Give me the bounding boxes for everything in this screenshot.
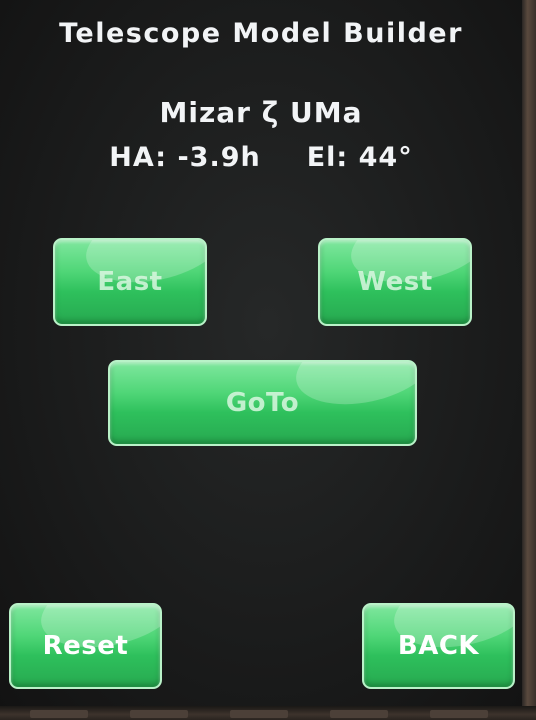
target-coordinates: HA: -3.9h El: 44° — [0, 142, 522, 173]
east-button-label: East — [97, 267, 163, 297]
back-button-label: BACK — [397, 631, 480, 661]
ha-value: -3.9h — [177, 142, 261, 173]
el-label: El: — [306, 142, 349, 173]
page-title: Telescope Model Builder — [59, 18, 463, 49]
target-star-name: Mizar ζ UMa — [159, 96, 363, 129]
east-button[interactable]: East — [53, 238, 207, 326]
back-button[interactable]: BACK — [362, 603, 515, 689]
device-display: Telescope Model Builder Mizar ζ UMa HA: … — [0, 0, 536, 720]
bezel-bottom-edge — [0, 706, 536, 720]
bezel-connector — [230, 710, 288, 718]
goto-button[interactable]: GoTo — [108, 360, 417, 446]
touch-screen: Telescope Model Builder Mizar ζ UMa HA: … — [0, 0, 522, 706]
goto-button-label: GoTo — [225, 388, 300, 418]
el-value: 44° — [358, 142, 413, 173]
bezel-connector — [330, 710, 388, 718]
bezel-connector — [430, 710, 488, 718]
reset-button[interactable]: Reset — [9, 603, 162, 689]
bezel-right-edge — [522, 0, 536, 720]
ha-label: HA: — [109, 142, 168, 173]
bezel-connector — [30, 710, 88, 718]
west-button-label: West — [357, 267, 433, 297]
west-button[interactable]: West — [318, 238, 472, 326]
bezel-connector — [130, 710, 188, 718]
reset-button-label: Reset — [42, 631, 129, 661]
